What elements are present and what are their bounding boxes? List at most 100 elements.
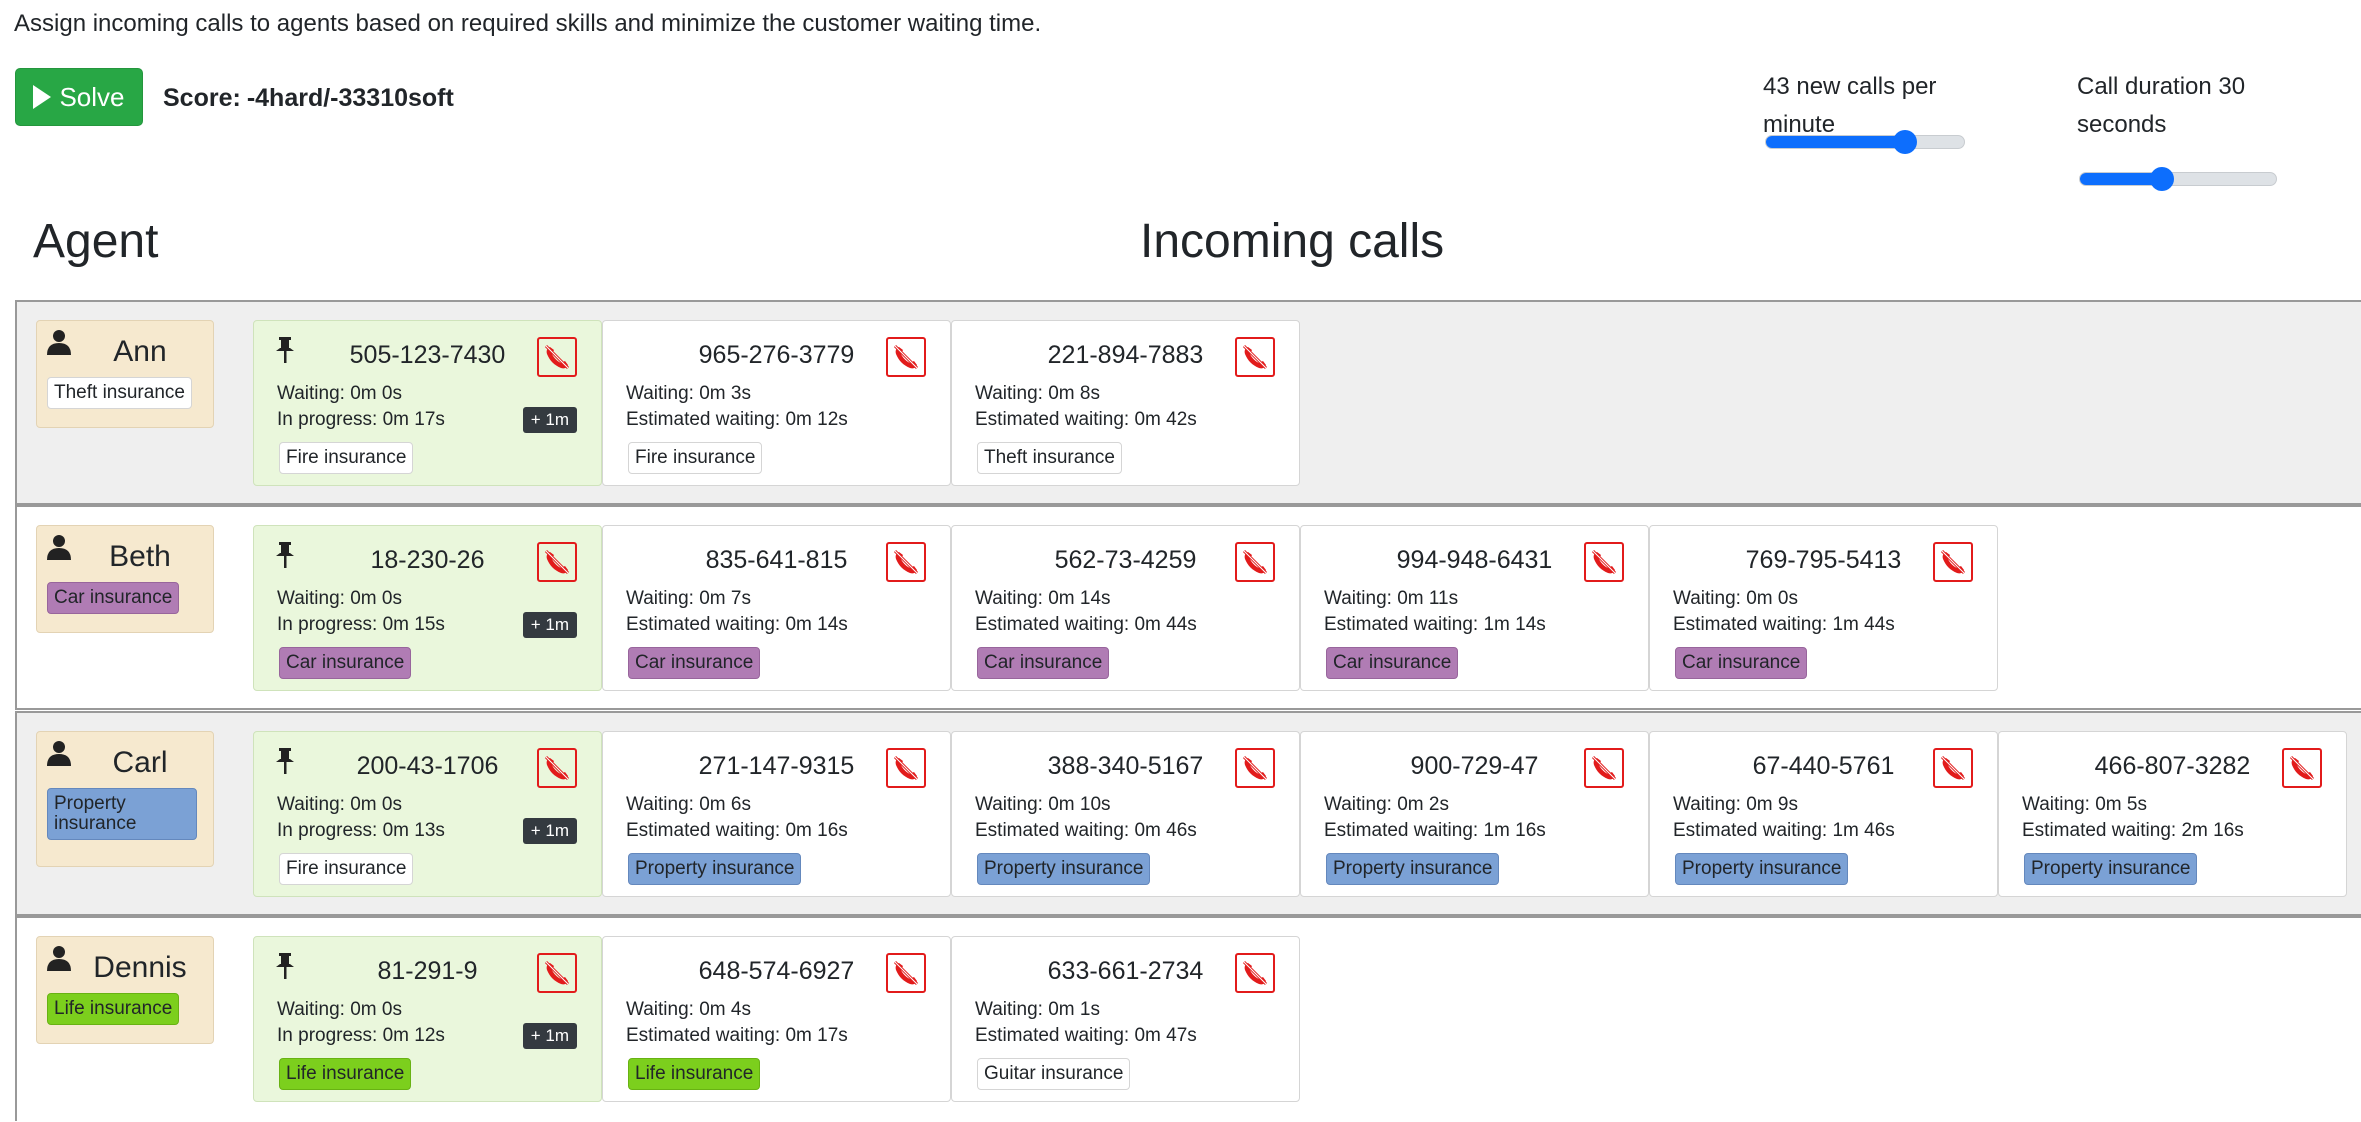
waiting-time: Waiting: 0m 14s xyxy=(975,588,1111,609)
call-card: 900-729-47 Waiting: 0m 2s Estimated waitin… xyxy=(1300,731,1649,897)
score-value: -4hard/-33310soft xyxy=(246,84,454,112)
skill-badge: Life insurance xyxy=(628,1058,761,1090)
call-card: 466-807-3282 Waiting: 0m 5s Estimated wait… xyxy=(1998,731,2347,897)
call-duration-slider-handle[interactable] xyxy=(2150,167,2175,191)
calls-per-minute-slider-fill xyxy=(1766,136,1905,148)
call-card: 648-574-6927 Waiting: 0m 4s Estimated wait… xyxy=(602,936,951,1102)
skill-badge: Property insurance xyxy=(1326,853,1500,885)
agent-card: Ann Theft insurance xyxy=(36,320,214,428)
call-duration-slider[interactable] xyxy=(2079,167,2277,191)
waiting-time: Waiting: 0m 4s xyxy=(626,999,751,1020)
hang-up-icon[interactable] xyxy=(886,542,926,582)
score-display: Score: -4hard/-33310soft xyxy=(163,84,454,113)
call-card: 388-340-5167 Waiting: 0m 10s Estimated wai… xyxy=(951,731,1300,897)
waiting-time: Waiting: 0m 0s xyxy=(277,383,402,404)
agent-card: Carl Property insurance xyxy=(36,731,214,867)
add-minute-button[interactable]: + 1m xyxy=(522,1023,577,1049)
add-minute-button[interactable]: + 1m xyxy=(522,612,577,638)
skill-badge: Property insurance xyxy=(47,788,197,840)
person-icon xyxy=(47,740,71,766)
estimated-waiting-time: Estimated waiting: 0m 14s xyxy=(626,614,848,635)
estimated-waiting-time: Estimated waiting: 0m 16s xyxy=(626,820,848,841)
call-duration-label: Call duration 30 seconds xyxy=(2077,73,2246,138)
agent-row: Carl Property insurance 200-43-1706 Waiting… xyxy=(15,711,2361,916)
call-card: 965-276-3779 Waiting: 0m 3s Estimated wait… xyxy=(602,320,951,486)
estimated-waiting-time: Estimated waiting: 0m 47s xyxy=(975,1025,1197,1046)
waiting-time: Waiting: 0m 0s xyxy=(277,588,402,609)
hang-up-icon[interactable] xyxy=(1235,542,1275,582)
call-card: 505-123-7430 Waiting: 0m 0s In progress: 0… xyxy=(253,320,602,486)
hang-up-icon[interactable] xyxy=(2282,748,2322,788)
hang-up-icon[interactable] xyxy=(886,748,926,788)
call-card: 633-661-2734 Waiting: 0m 1s Estimated wait… xyxy=(951,936,1300,1102)
skill-badge: Theft insurance xyxy=(977,442,1122,474)
estimated-waiting-time: Estimated waiting: 1m 16s xyxy=(1324,820,1546,841)
waiting-time: Waiting: 0m 0s xyxy=(277,794,402,815)
score-label: Score: xyxy=(163,84,241,112)
skill-badge: Car insurance xyxy=(279,647,412,679)
solve-button[interactable]: Solve xyxy=(15,68,143,126)
calls-per-minute-slider[interactable] xyxy=(1765,130,1965,154)
waiting-time: Waiting: 0m 10s xyxy=(975,794,1111,815)
agent-row: Dennis Life insurance 81-291-9 Waiting: 0m … xyxy=(15,916,2361,1121)
skill-badge: Fire insurance xyxy=(279,442,414,474)
hang-up-icon[interactable] xyxy=(1235,953,1275,993)
hang-up-icon[interactable] xyxy=(886,337,926,377)
estimated-waiting-time: Estimated waiting: 0m 17s xyxy=(626,1025,848,1046)
hang-up-icon[interactable] xyxy=(1235,337,1275,377)
skill-badge: Life insurance xyxy=(279,1058,412,1090)
hang-up-icon[interactable] xyxy=(1933,542,1973,582)
call-card: 67-440-5761 Waiting: 0m 9s Estimated waiti… xyxy=(1649,731,1998,897)
agent-column-heading: Agent xyxy=(33,215,159,268)
estimated-waiting-time: Estimated waiting: 1m 46s xyxy=(1673,820,1895,841)
person-icon xyxy=(47,945,71,971)
agent-row: Beth Car insurance 18-230-26 Waiting: 0m 0s… xyxy=(15,505,2361,710)
hang-up-icon[interactable] xyxy=(1235,748,1275,788)
hang-up-icon[interactable] xyxy=(537,337,577,377)
in-progress-time: In progress: 0m 13s xyxy=(277,820,445,841)
estimated-waiting-time: Estimated waiting: 1m 44s xyxy=(1673,614,1895,635)
skill-badge: Guitar insurance xyxy=(977,1058,1131,1090)
skill-badge: Car insurance xyxy=(977,647,1110,679)
add-minute-button[interactable]: + 1m xyxy=(522,818,577,844)
skill-badge: Property insurance xyxy=(1675,853,1849,885)
estimated-waiting-time: Estimated waiting: 1m 14s xyxy=(1324,614,1546,635)
solve-button-label: Solve xyxy=(59,81,125,112)
skill-badge: Fire insurance xyxy=(279,853,414,885)
call-card: 200-43-1706 Waiting: 0m 0s In progress: 0m… xyxy=(253,731,602,897)
hang-up-icon[interactable] xyxy=(1584,542,1624,582)
waiting-time: Waiting: 0m 7s xyxy=(626,588,751,609)
add-minute-button[interactable]: + 1m xyxy=(522,407,577,433)
page-description: Assign incoming calls to agents based on… xyxy=(14,10,1042,37)
play-icon xyxy=(33,85,52,109)
waiting-time: Waiting: 0m 11s xyxy=(1324,588,1459,609)
skill-badge: Life insurance xyxy=(47,993,180,1025)
hang-up-icon[interactable] xyxy=(537,542,577,582)
in-progress-time: In progress: 0m 15s xyxy=(277,614,445,635)
agent-name: Ann xyxy=(113,335,167,368)
hang-up-icon[interactable] xyxy=(537,953,577,993)
skill-badge: Property insurance xyxy=(628,853,802,885)
person-icon xyxy=(47,534,71,560)
call-card: 562-73-4259 Waiting: 0m 14s Estimated wait… xyxy=(951,525,1300,691)
call-card: 271-147-9315 Waiting: 0m 6s Estimated wait… xyxy=(602,731,951,897)
hang-up-icon[interactable] xyxy=(537,748,577,788)
call-card: 18-230-26 Waiting: 0m 0s In progress: 0m 1… xyxy=(253,525,602,691)
agent-row: Ann Theft insurance 505-123-7430 Waiting: 0… xyxy=(15,300,2361,505)
hang-up-icon[interactable] xyxy=(1933,748,1973,788)
waiting-time: Waiting: 0m 5s xyxy=(2022,794,2147,815)
waiting-time: Waiting: 0m 0s xyxy=(277,999,402,1020)
call-card: 769-795-5413 Waiting: 0m 0s Estimated wait… xyxy=(1649,525,1998,691)
skill-badge: Car insurance xyxy=(1675,647,1808,679)
skill-badge: Fire insurance xyxy=(628,442,763,474)
calls-per-minute-label: 43 new calls per minute xyxy=(1763,73,1937,138)
call-card: 835-641-815 Waiting: 0m 7s Estimated waiti… xyxy=(602,525,951,691)
hang-up-icon[interactable] xyxy=(886,953,926,993)
calls-per-minute-slider-handle[interactable] xyxy=(1892,130,1917,154)
agent-card: Beth Car insurance xyxy=(36,525,214,633)
agent-name: Dennis xyxy=(93,951,187,984)
estimated-waiting-time: Estimated waiting: 0m 42s xyxy=(975,409,1197,430)
waiting-time: Waiting: 0m 2s xyxy=(1324,794,1449,815)
agent-name: Carl xyxy=(112,746,168,779)
hang-up-icon[interactable] xyxy=(1584,748,1624,788)
